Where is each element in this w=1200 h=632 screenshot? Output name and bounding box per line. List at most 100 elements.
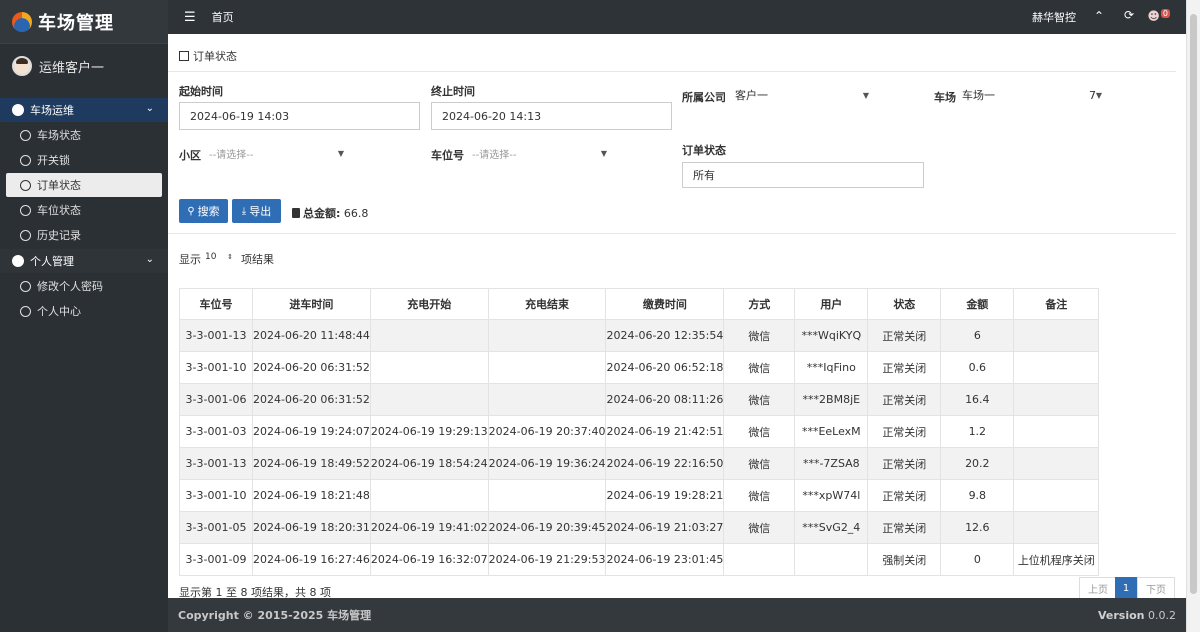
col-pay-time-cell: 2024-06-19 22:16:50 <box>605 447 725 480</box>
user-notification-icon[interactable]: ☻ 0 <box>1147 9 1170 23</box>
col-remark-cell <box>1013 447 1100 480</box>
col-amount-cell: 16.4 <box>940 383 1015 416</box>
sidebar-item-label: 个人中心 <box>37 305 81 318</box>
main-content: 订单状态 起始时间 2024-06-19 14:03 终止时间 2024-06-… <box>168 34 1186 599</box>
search-button[interactable]: ⚲ 搜索 <box>179 199 228 223</box>
col-charge-start-cell <box>369 351 489 384</box>
column-header-space[interactable]: 车位号 <box>179 288 253 320</box>
lot-select[interactable]: 车场一 7 ▼ <box>958 84 1108 106</box>
table-row: 3-3-001-05 2024-06-19 18:20:31 2024-06-19 … <box>179 511 1100 544</box>
column-header-remark[interactable]: 备注 <box>1013 288 1100 320</box>
col-method-cell: 微信 <box>723 383 796 416</box>
version: Version 0.0.2 <box>1098 609 1176 622</box>
breadcrumb-home[interactable]: 首页 <box>212 9 234 25</box>
sidebar-item-order-status[interactable]: 订单状态 <box>6 173 162 197</box>
col-amount-cell: 6 <box>940 319 1015 352</box>
page-1-button[interactable]: 1 <box>1115 577 1137 599</box>
page-length-value: 10 <box>205 252 217 262</box>
edit-icon <box>179 51 189 61</box>
col-charge-end-cell: 2024-06-19 21:29:53 <box>487 543 607 576</box>
version-value: 0.0.2 <box>1148 608 1176 622</box>
table-row: 3-3-001-10 2024-06-20 06:31:52 2024-06-20 … <box>179 351 1100 384</box>
scrollbar-thumb[interactable] <box>1190 14 1197 594</box>
col-charge-start-cell: 2024-06-19 19:41:02 <box>369 511 489 544</box>
company-select-value: 客户一 <box>735 89 768 102</box>
download-icon: ⤓ <box>241 205 247 217</box>
column-header-entry-time[interactable]: 进车时间 <box>252 288 371 320</box>
chevron-down-icon: ⌄ <box>145 103 154 114</box>
col-pay-time-cell: 2024-06-20 12:35:54 <box>605 319 725 352</box>
column-header-method[interactable]: 方式 <box>723 288 796 320</box>
col-user-cell: ***EeLexM <box>794 415 869 448</box>
col-status-cell: 正常关闭 <box>867 351 942 384</box>
user-name: 运维客户一 <box>39 60 105 76</box>
page-title: 订单状态 <box>179 48 237 64</box>
start-time-input[interactable]: 2024-06-19 14:03 <box>179 102 420 130</box>
circle-outline-icon <box>20 305 31 317</box>
col-charge-end-cell <box>487 383 607 416</box>
col-user-cell: ***-7ZSA8 <box>794 447 869 480</box>
col-method-cell: 微信 <box>723 479 796 512</box>
col-remark-cell <box>1013 479 1100 512</box>
col-charge-end-cell <box>487 479 607 512</box>
col-status-cell: 正常关闭 <box>867 383 942 416</box>
col-pay-time-cell: 2024-06-19 21:03:27 <box>605 511 725 544</box>
order-status-select[interactable]: 所有 <box>682 162 924 188</box>
col-space-cell: 3-3-001-03 <box>179 415 253 448</box>
column-header-pay-time[interactable]: 缴费时间 <box>605 288 725 320</box>
circle-outline-icon <box>20 179 31 191</box>
copyright: Copyright © 2015-2025 车场管理 <box>178 609 372 622</box>
end-time-input[interactable]: 2024-06-20 14:13 <box>431 102 672 130</box>
sidebar-item-profile[interactable]: 个人中心 <box>6 299 162 323</box>
sidebar-group-parking-ops[interactable]: 车场运维 ⌄ <box>0 98 168 122</box>
refresh-icon[interactable]: ⟳ <box>1124 8 1134 22</box>
version-label: Version <box>1097 608 1145 622</box>
column-header-status[interactable]: 状态 <box>867 288 942 320</box>
col-amount-cell: 0.6 <box>940 351 1015 384</box>
sidebar-group-personal[interactable]: 个人管理 ⌄ <box>0 249 168 273</box>
company-select[interactable]: 客户一 ▼ <box>731 84 875 106</box>
col-charge-end-cell <box>487 351 607 384</box>
sidebar-group-label: 车场运维 <box>30 104 74 117</box>
sidebar-item-lock-switch[interactable]: 开关锁 <box>6 148 162 172</box>
menu-toggle-icon[interactable]: ☰ <box>184 10 196 25</box>
col-user-cell: ***WqiKYQ <box>794 319 869 352</box>
sidebar-item-change-password[interactable]: 修改个人密码 <box>6 274 162 298</box>
sidebar-item-label: 车位状态 <box>37 204 81 217</box>
topbar: ☰ 首页 赫华智控 ⌃ ⟳ ☻ 0 <box>168 0 1186 34</box>
col-charge-end-cell: 2024-06-19 20:39:45 <box>487 511 607 544</box>
column-header-amount[interactable]: 金额 <box>940 288 1015 320</box>
sidebar-item-lot-status[interactable]: 车场状态 <box>6 123 162 147</box>
page-length-suffix: 项结果 <box>241 253 274 266</box>
chevron-up-icon[interactable]: ⌃ <box>1094 9 1104 23</box>
lot-label: 车场 <box>934 91 956 104</box>
col-entry-time-cell: 2024-06-19 19:24:07 <box>252 415 371 448</box>
next-page-button[interactable]: 下页 <box>1137 577 1175 599</box>
sidebar-item-label: 车场状态 <box>37 129 81 142</box>
column-header-user[interactable]: 用户 <box>794 288 869 320</box>
space-select[interactable]: --请选择-- ▼ <box>468 142 613 164</box>
col-user-cell: ***xpW74l <box>794 479 869 512</box>
col-space-cell: 3-3-001-09 <box>179 543 253 576</box>
prev-page-button[interactable]: 上页 <box>1079 577 1117 599</box>
book-icon <box>292 208 300 218</box>
col-charge-start-cell: 2024-06-19 16:32:07 <box>369 543 489 576</box>
caret-updown-icon: ⇕ <box>227 253 233 261</box>
orders-table: 车位号 进车时间 充电开始 充电结束 缴费时间 方式 用户 状态 金额 备注 3-3-001-13… <box>179 288 1100 576</box>
circle-outline-icon <box>20 229 31 241</box>
company-brand: 赫华智控 <box>1032 11 1076 24</box>
export-button[interactable]: ⤓ 导出 <box>232 199 281 223</box>
page-scrollbar[interactable] <box>1186 0 1200 632</box>
column-header-charge-end[interactable]: 充电结束 <box>487 288 607 320</box>
column-header-charge-start[interactable]: 充电开始 <box>369 288 489 320</box>
page-length-select[interactable]: 10 ⇕ <box>201 247 237 267</box>
col-remark-cell: 上位机程序关闭 <box>1013 543 1100 576</box>
sidebar-item-history[interactable]: 历史记录 <box>6 223 162 247</box>
district-select[interactable]: --请选择-- ▼ <box>205 142 350 164</box>
col-remark-cell <box>1013 351 1100 384</box>
table-body: 3-3-001-13 2024-06-20 11:48:44 2024-06-20 … <box>179 319 1100 576</box>
app-logo[interactable]: 车场管理 <box>0 0 168 44</box>
sidebar-item-space-status[interactable]: 车位状态 <box>6 198 162 222</box>
col-space-cell: 3-3-001-05 <box>179 511 253 544</box>
search-button-label: 搜索 <box>197 205 220 218</box>
